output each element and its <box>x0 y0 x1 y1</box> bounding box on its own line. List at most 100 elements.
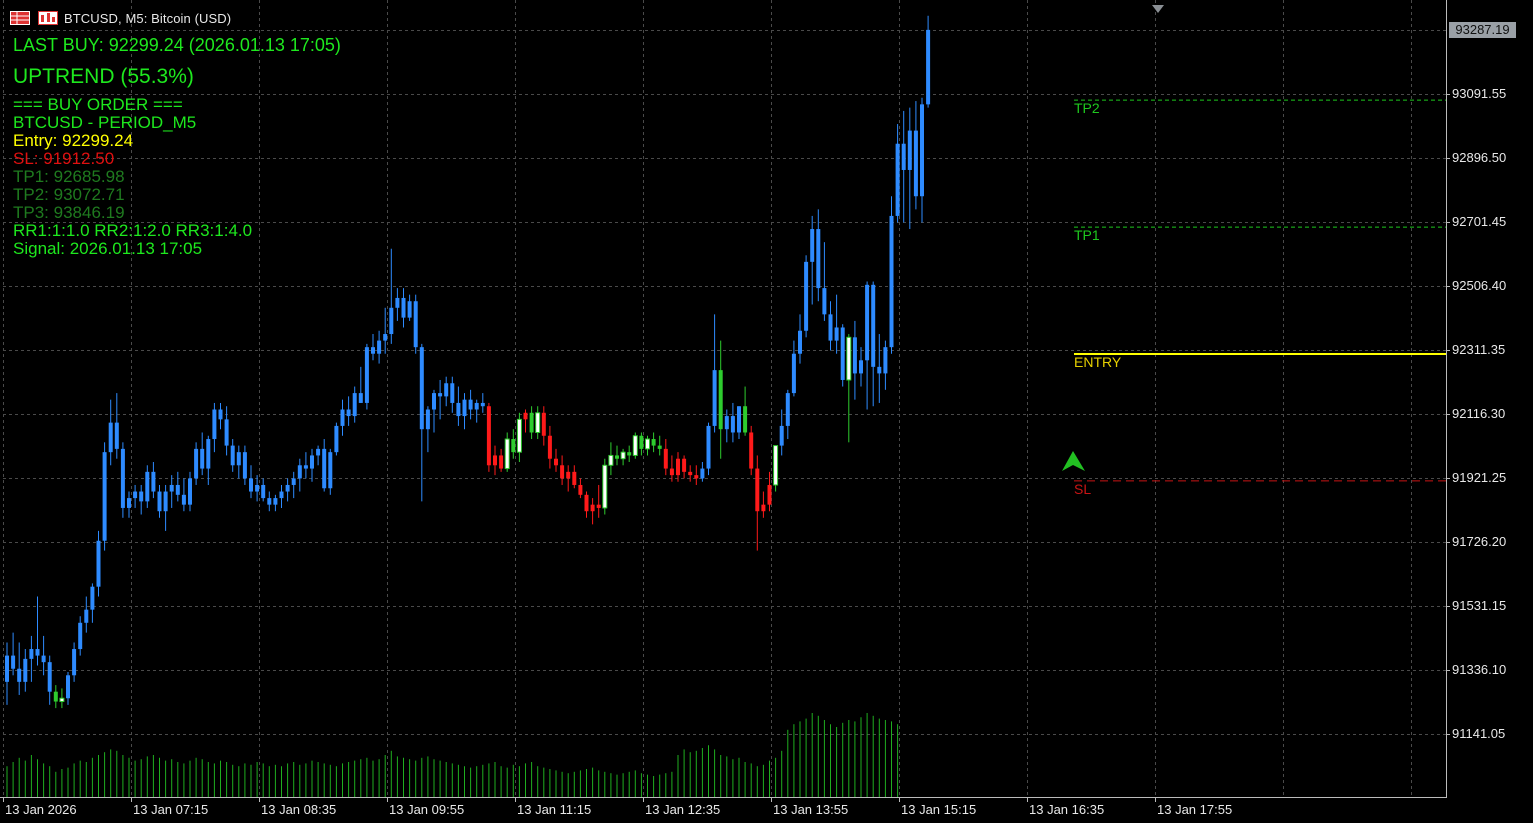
time-tick-label: 13 Jan 13:55 <box>773 802 849 817</box>
candle-body <box>194 448 199 479</box>
candle-body <box>303 465 308 469</box>
candle-body <box>377 340 382 354</box>
candle-body <box>462 399 467 417</box>
price-tick-label: 91531.15 <box>1452 598 1507 613</box>
time-tick-label: 13 Jan 2026 <box>5 802 77 817</box>
candle-body <box>596 504 601 508</box>
candle-body <box>316 448 321 456</box>
candle-body <box>499 455 504 469</box>
candle-body <box>474 402 479 410</box>
time-tick-label: 13 Jan 16:35 <box>1029 802 1105 817</box>
candle-body <box>249 478 253 492</box>
candle-body <box>511 439 516 453</box>
candle-body <box>72 649 77 676</box>
candle-body <box>901 143 906 170</box>
candle-body <box>590 504 595 512</box>
candle-body <box>504 438 510 470</box>
order-tp2: TP2: 93072.71 <box>13 185 125 204</box>
time-tick-label: 13 Jan 07:15 <box>133 802 209 817</box>
candle-body <box>444 383 449 397</box>
candle-body <box>859 360 863 374</box>
candle-body <box>566 471 571 479</box>
order-tp3: TP3: 93846.19 <box>13 203 125 222</box>
candle-body <box>773 445 779 486</box>
current-price-tag: 93287.19 <box>1449 22 1516 38</box>
candle-body <box>53 691 58 702</box>
candle-body <box>578 484 583 495</box>
candle-body <box>913 130 918 197</box>
candle-body <box>749 432 754 469</box>
candle-body <box>364 347 369 403</box>
candle-body <box>188 478 192 505</box>
buy-arrow-icon <box>1062 451 1085 471</box>
candle-body <box>352 393 357 417</box>
candle-body <box>834 327 839 341</box>
candle-body <box>432 393 436 410</box>
candle-body <box>694 475 699 479</box>
candle-body <box>438 393 443 397</box>
tp1-line-label: TP1 <box>1074 227 1100 243</box>
candle-body <box>620 451 626 460</box>
candle-body <box>120 448 125 508</box>
candle-body <box>169 484 174 492</box>
candle-body <box>755 468 760 512</box>
candle-body <box>145 471 150 502</box>
candle-body <box>584 494 589 512</box>
volume-bars <box>6 713 899 797</box>
candle-body <box>151 471 156 492</box>
candle-body <box>47 662 52 692</box>
price-tick-label: 91726.20 <box>1452 534 1507 549</box>
order-tp1: TP1: 92685.98 <box>13 167 125 186</box>
candle-body <box>602 464 608 509</box>
candle-body <box>682 458 687 472</box>
time-tick-label: 13 Jan 15:15 <box>901 802 977 817</box>
candle-body <box>737 406 741 433</box>
candle-body <box>480 402 485 407</box>
candle-body <box>102 452 107 541</box>
candle-body <box>139 491 144 502</box>
candle-body <box>791 353 796 394</box>
candle-body <box>90 586 95 610</box>
candle-body <box>23 658 28 682</box>
window-title: BTCUSD, M5: Bitcoin (USD) <box>64 10 232 26</box>
candle-body <box>663 448 668 469</box>
candle-body <box>676 458 680 476</box>
candle-body <box>395 297 400 308</box>
candle-body <box>29 649 34 659</box>
table-icon[interactable] <box>10 11 30 25</box>
candle-body <box>724 416 729 430</box>
candle-body <box>822 288 827 315</box>
candle-body <box>700 468 705 479</box>
candle-body <box>212 409 217 440</box>
candle-body <box>767 484 772 505</box>
last-buy-text: LAST BUY: 92299.24 (2026.01.13 17:05) <box>13 35 341 55</box>
candle-body <box>425 409 430 430</box>
time-tick-label: 13 Jan 08:35 <box>261 802 337 817</box>
candle-body <box>779 425 784 446</box>
price-tick-label: 92506.40 <box>1452 278 1507 293</box>
candle-body <box>322 448 327 489</box>
candle-body <box>645 438 650 450</box>
order-sl: SL: 91912.50 <box>13 149 115 168</box>
candle-body <box>279 491 284 499</box>
candle-body <box>230 445 235 466</box>
candle-body <box>236 452 241 466</box>
order-info-panel: === BUY ORDER === BTCUSD - PERIOD_M5 Ent… <box>13 96 252 258</box>
candle-body <box>852 337 857 374</box>
candle-body <box>310 455 314 469</box>
candle-body <box>291 478 296 485</box>
candle-body <box>358 393 363 403</box>
trend-text: UPTREND (55.3%) <box>13 65 194 88</box>
candle-body <box>66 675 70 699</box>
candle-body <box>340 409 345 426</box>
candle-body <box>133 491 138 499</box>
candle-body <box>712 370 717 426</box>
candle-body <box>541 412 546 436</box>
candle-body <box>535 412 541 433</box>
chart-window-icon[interactable] <box>38 11 58 25</box>
candle-body <box>877 366 882 374</box>
candle-body <box>560 465 565 479</box>
candle-body <box>371 347 375 354</box>
candle-body <box>35 649 40 656</box>
price-tick-label: 91336.10 <box>1452 662 1507 677</box>
